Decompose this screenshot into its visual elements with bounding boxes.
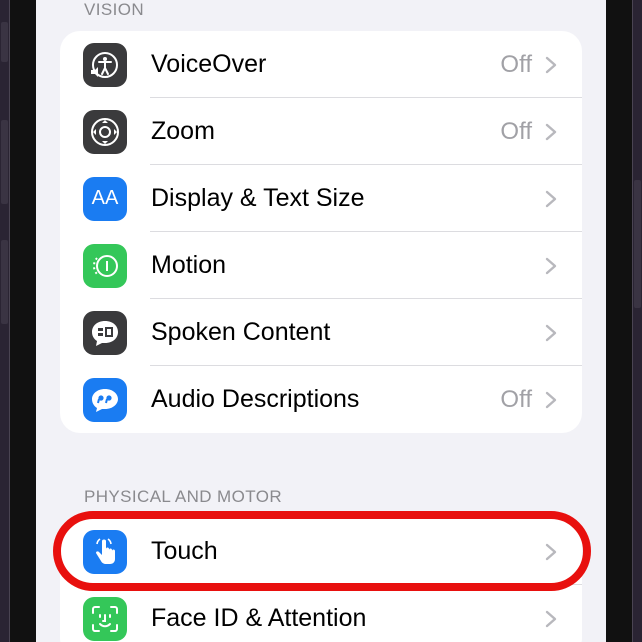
chevron-right-icon [545,123,557,140]
motion-icon [83,243,127,288]
phone-frame-right [632,0,642,642]
row-label: Zoom [151,117,215,145]
row-value: Off [500,50,532,78]
section-header-vision: VISION [84,0,145,19]
power-button [634,180,641,308]
side-button [1,22,8,62]
volume-up-button [1,120,8,204]
chevron-right-icon [545,257,557,274]
audio-descriptions-icon [83,377,127,422]
row-zoom[interactable]: Zoom Off [60,98,582,165]
row-label: Face ID & Attention [151,604,367,632]
row-label: Spoken Content [151,318,331,346]
row-value: Off [500,117,532,145]
row-spoken-content[interactable]: Spoken Content [60,299,582,366]
touch-highlight-outline [53,511,591,591]
chevron-right-icon [545,391,557,408]
volume-down-button [1,240,8,324]
voiceover-icon [83,42,127,87]
row-motion[interactable]: Motion [60,232,582,299]
section-header-physical-motor: PHYSICAL AND MOTOR [84,487,283,506]
row-display-text-size[interactable]: AA Display & Text Size [60,165,582,232]
display-text-size-icon: AA [83,176,127,221]
row-audio-descriptions[interactable]: Audio Descriptions Off [60,366,582,433]
zoom-icon [83,109,127,154]
spoken-content-icon [83,310,127,355]
display-icon-glyph: AA [91,187,119,209]
row-value: Off [500,385,532,413]
row-voiceover[interactable]: VoiceOver Off [60,31,582,98]
chevron-right-icon [545,56,557,73]
chevron-right-icon [545,610,557,627]
row-label: Motion [151,251,227,279]
row-label: Audio Descriptions [151,385,360,413]
phone-bezel: VISION VoiceOver Off Zoom Off AA Display… [0,0,642,642]
vision-group: VoiceOver Off Zoom Off AA Display & Text… [60,31,582,433]
chevron-right-icon [545,324,557,341]
face-id-icon [83,596,127,641]
row-face-id-attention[interactable]: Face ID & Attention [60,585,582,642]
row-label: VoiceOver [151,50,267,78]
chevron-right-icon [545,190,557,207]
row-label: Display & Text Size [151,184,365,212]
